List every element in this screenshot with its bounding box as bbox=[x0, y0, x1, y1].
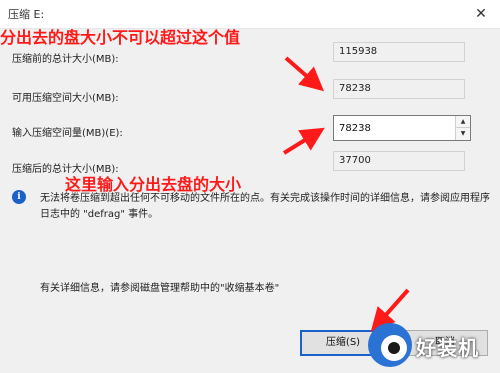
total-size-before-label: 压缩前的总计大小(MB): bbox=[12, 54, 119, 65]
watermark-logo: 好装机 bbox=[364, 320, 500, 373]
spinner[interactable]: ▲ ▼ bbox=[455, 116, 470, 140]
shrink-amount-label: 输入压缩空间量(MB)(E): bbox=[12, 128, 123, 139]
arrow-to-input bbox=[282, 127, 325, 155]
eye-icon bbox=[368, 323, 412, 367]
shrink-amount-stepper[interactable]: ▲ ▼ bbox=[333, 115, 471, 141]
arrow-to-available-value bbox=[284, 56, 325, 92]
spin-down-icon[interactable]: ▼ bbox=[456, 128, 470, 140]
window-title: 压缩 E: bbox=[8, 8, 45, 21]
info-icon: i bbox=[12, 190, 26, 204]
watermark-text: 好装机 bbox=[416, 336, 479, 360]
info-message: 无法将卷压缩到超出任何不可移动的文件所在的点。有关完成该操作时间的详细信息，请参… bbox=[40, 193, 490, 220]
spin-up-icon[interactable]: ▲ bbox=[456, 116, 470, 128]
available-shrink-value: 78238 bbox=[333, 79, 465, 99]
annotation-enter-size: 这里输入分出去盘的大小 bbox=[65, 175, 242, 194]
help-message: 有关详细信息，请参阅磁盘管理帮助中的"收缩基本卷" bbox=[40, 283, 280, 294]
available-shrink-label: 可用压缩空间大小(MB): bbox=[12, 93, 119, 104]
total-size-after-value: 37700 bbox=[333, 151, 465, 171]
annotation-max-size: 分出去的盘大小不可以超过这个值 bbox=[0, 28, 241, 47]
shrink-amount-input[interactable] bbox=[339, 121, 447, 135]
total-size-before-value: 115938 bbox=[333, 42, 465, 62]
close-icon[interactable]: ✕ bbox=[470, 4, 492, 24]
